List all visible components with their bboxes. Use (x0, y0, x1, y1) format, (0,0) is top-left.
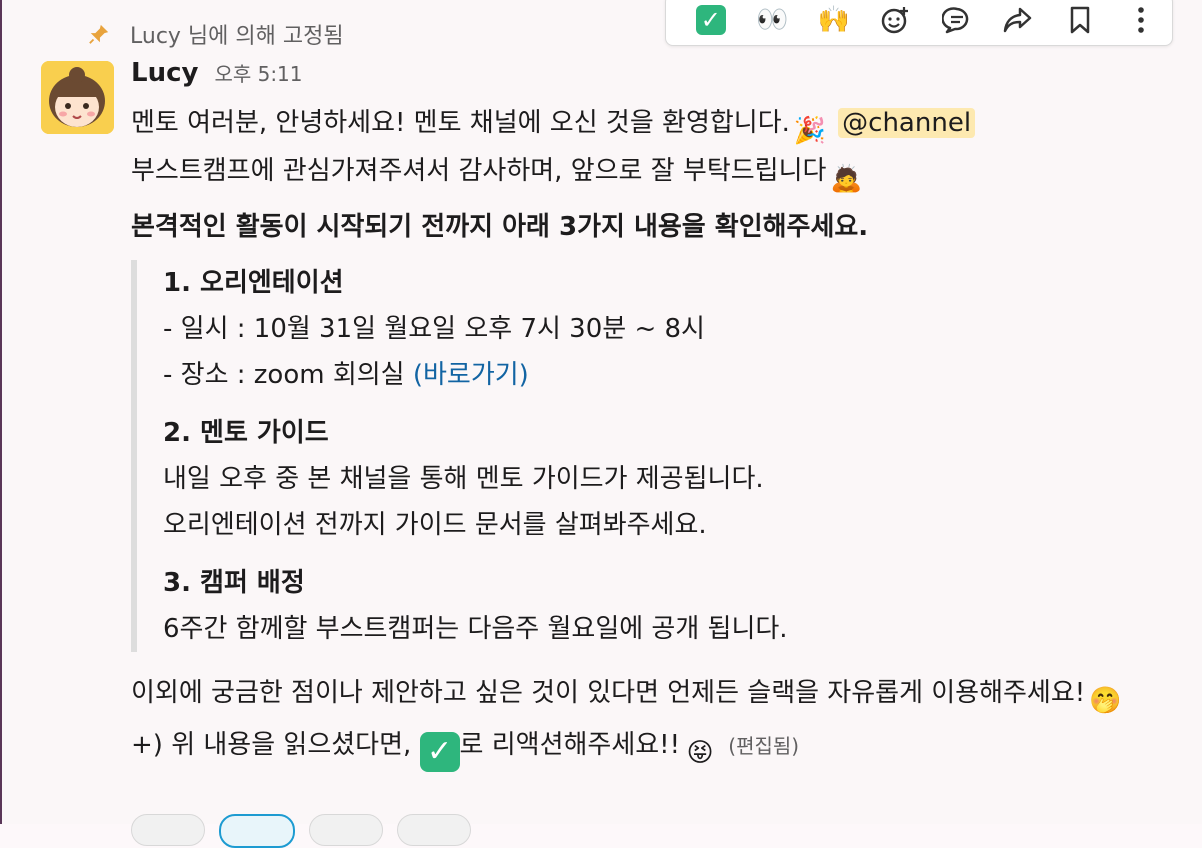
check-reaction-button[interactable]: ✓ (680, 0, 742, 43)
timestamp[interactable]: 오후 5:11 (214, 58, 302, 87)
greeting-line: 멘토 여러분, 안녕하세요! 멘토 채널에 오신 것을 환영합니다. 🎉 @cha… (131, 100, 1181, 148)
guide-line-1: 내일 오후 중 본 채널을 통해 멘토 가이드가 제공됩니다. (163, 464, 764, 494)
raised-hands-icon: 🙌 (817, 5, 850, 35)
author-name[interactable]: Lucy (131, 58, 198, 88)
more-vertical-icon (1138, 7, 1145, 33)
check-mark-icon[interactable]: ✓ (419, 732, 460, 772)
orientation-place-text: - 장소 : zoom 회의실 (163, 360, 413, 390)
orientation-date: - 일시 : 10월 31일 월요일 오후 7시 30분 ~ 8시 (163, 314, 705, 344)
bookmark-icon (1070, 6, 1089, 34)
pin-icon (89, 24, 109, 44)
more-actions-button[interactable] (1111, 0, 1173, 43)
check-mark-icon: ✓ (695, 5, 726, 35)
section-3-title: 3. 캠퍼 배정 (163, 568, 305, 598)
add-reaction-icon (882, 7, 909, 34)
eyes-reaction-button[interactable]: 👀 (742, 0, 804, 43)
message-header: Lucy 오후 5:11 (131, 58, 303, 88)
ps-suffix: 로 리액션해주세요!! (459, 730, 681, 760)
ps-prefix: +) 위 내용을 읽으셨다면, (131, 730, 420, 760)
camper-line-1: 6주간 함께할 부스트캠퍼는 다음주 월요일에 공개 됩니다. (163, 614, 788, 644)
eyes-icon: 👀 (756, 5, 789, 35)
hand-over-mouth-icon[interactable]: 🤭 (1085, 678, 1125, 718)
guide-line-2: 오리엔테이션 전까지 가이드 문서를 살펴봐주세요. (163, 510, 707, 540)
orientation-place: - 장소 : zoom 회의실 (바로가기) (163, 352, 1181, 398)
add-reaction-button[interactable] (865, 0, 927, 43)
bowing-person-icon[interactable]: 🙇 (826, 156, 866, 196)
closing-line: 이외에 궁금한 점이나 제안하고 싶은 것이 있다면 언제든 슬랙을 자유롭게 … (131, 670, 1181, 718)
instruction-heading: 본격적인 활동이 시작되기 전까지 아래 3가지 내용을 확인해주세요. (131, 212, 869, 242)
reaction-pill-active[interactable] (219, 814, 295, 848)
message-body: 멘토 여러분, 안녕하세요! 멘토 채널에 오신 것을 환영합니다. 🎉 @cha… (131, 100, 1181, 772)
avatar-image (41, 61, 114, 134)
reply-thread-button[interactable] (926, 0, 988, 43)
share-message-button[interactable] (988, 0, 1050, 43)
thanks-line: 부스트캠프에 관심가져주셔서 감사하며, 앞으로 잘 부탁드립니다 🙇 (131, 148, 1181, 196)
share-icon (1004, 7, 1032, 33)
squinting-tongue-icon[interactable]: 😝 (680, 730, 720, 770)
reactions-bar (131, 814, 471, 848)
message-actions-toolbar: ✓ 👀 🙌 (665, 0, 1173, 46)
channel-mention[interactable]: @channel (838, 108, 976, 138)
avatar[interactable] (41, 61, 114, 134)
thread-icon (941, 7, 969, 34)
pinned-text: Lucy 님에 의해 고정됨 (130, 24, 344, 49)
party-popper-icon[interactable]: 🎉 (790, 108, 830, 148)
save-bookmark-button[interactable] (1049, 0, 1111, 43)
closing-text: 이외에 궁금한 점이나 제안하고 싶은 것이 있다면 언제든 슬랙을 자유롭게 … (131, 678, 1086, 708)
greeting-text: 멘토 여러분, 안녕하세요! 멘토 채널에 오신 것을 환영합니다. (131, 108, 790, 138)
reaction-pill[interactable] (309, 814, 383, 846)
reaction-pill[interactable] (397, 814, 471, 846)
zoom-link[interactable]: (바로가기) (413, 360, 529, 390)
reaction-pill[interactable] (131, 814, 205, 846)
section-2-title: 2. 멘토 가이드 (163, 418, 329, 448)
thanks-text: 부스트캠프에 관심가져주셔서 감사하며, 앞으로 잘 부탁드립니다 (131, 156, 827, 186)
pinned-notice: Lucy 님에 의해 고정됨 (88, 18, 344, 50)
raised-hands-reaction-button[interactable]: 🙌 (803, 0, 865, 43)
section-1-title: 1. 오리엔테이션 (163, 268, 344, 298)
blockquote: 1. 오리엔테이션 - 일시 : 10월 31일 월요일 오후 7시 30분 ~… (131, 260, 1181, 652)
edited-label: (편집됨) (728, 734, 800, 758)
ps-line: +) 위 내용을 읽으셨다면, ✓ 로 리액션해주세요!! 😝 (편집됨) (131, 722, 1181, 772)
